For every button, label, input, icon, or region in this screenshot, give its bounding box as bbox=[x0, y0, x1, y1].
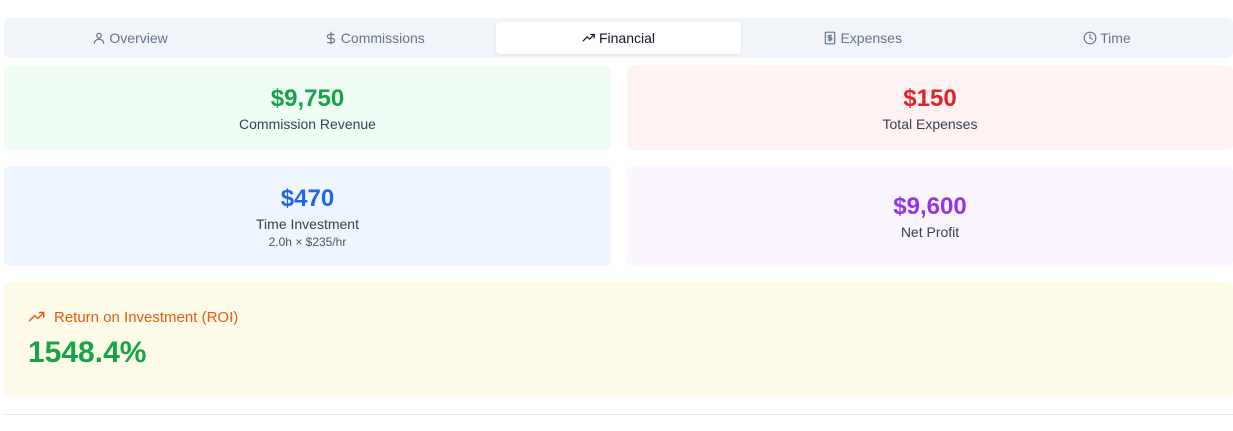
time-investment-rate: 2.0h × $235/hr bbox=[268, 234, 347, 249]
trending-up-icon bbox=[28, 311, 45, 322]
commission-revenue-label: Commission Revenue bbox=[239, 116, 376, 132]
net-profit-label: Net Profit bbox=[900, 224, 960, 240]
tab-financial[interactable]: Financial bbox=[496, 22, 741, 54]
trending-up-icon bbox=[582, 33, 595, 42]
net-profit-value: $9,600 bbox=[893, 193, 967, 220]
total-expenses-card: $150 Total Expenses bbox=[627, 66, 1233, 150]
commission-revenue-value: $9,750 bbox=[270, 85, 345, 112]
time-investment-label: Time Investment bbox=[256, 215, 359, 232]
tab-commissions[interactable]: Commissions bbox=[252, 22, 496, 54]
tab-label: Overview bbox=[109, 30, 168, 46]
roi-value: 1548.4% bbox=[28, 336, 147, 369]
tab-label: Time bbox=[1100, 30, 1131, 46]
tab-bar: Overview Commissions Financial Expenses … bbox=[4, 18, 1233, 58]
time-investment-value: $470 bbox=[280, 184, 335, 212]
tab-expenses[interactable]: Expenses bbox=[741, 22, 985, 54]
receipt-icon bbox=[825, 31, 836, 45]
commission-revenue-card: $9,750 Commission Revenue bbox=[4, 66, 611, 150]
tab-label: Expenses bbox=[840, 30, 902, 46]
total-expenses-value: $150 bbox=[903, 85, 957, 112]
tab-label: Financial bbox=[598, 30, 656, 46]
roi-panel: Return on Investment (ROI) 1548.4% bbox=[4, 282, 1233, 397]
net-profit-card: $9,600 Net Profit bbox=[627, 166, 1233, 266]
time-investment-card: $470 Time Investment 2.0h × $235/hr bbox=[4, 166, 611, 266]
tab-time[interactable]: Time bbox=[985, 22, 1229, 54]
tab-label: Commissions bbox=[340, 30, 425, 46]
divider bbox=[4, 414, 1233, 415]
tab-overview[interactable]: Overview bbox=[8, 22, 252, 54]
dollar-icon bbox=[326, 31, 335, 45]
roi-header: Return on Investment (ROI) bbox=[28, 308, 1209, 326]
total-expenses-label: Total Expenses bbox=[882, 116, 978, 132]
roi-title: Return on Investment (ROI) bbox=[54, 308, 239, 326]
clock-icon bbox=[1083, 31, 1097, 45]
user-icon bbox=[94, 32, 105, 44]
